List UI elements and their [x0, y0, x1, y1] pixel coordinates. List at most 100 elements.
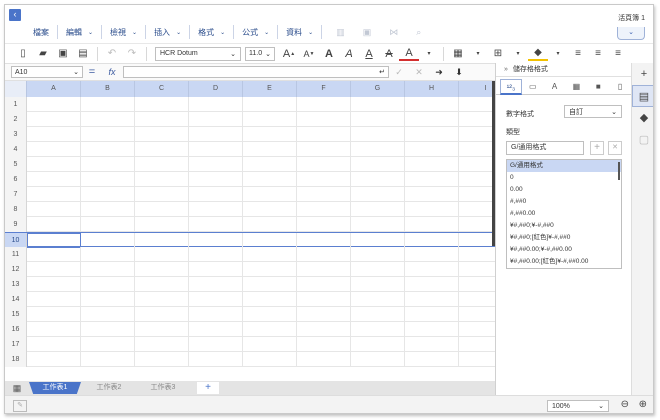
grid-cell[interactable] [189, 337, 243, 352]
grid-cell[interactable] [297, 307, 351, 322]
confirm-icon[interactable]: ✓ [389, 67, 409, 78]
row-header[interactable]: 17 [5, 337, 27, 352]
grid-cell[interactable] [27, 112, 81, 127]
format-list-item[interactable]: ¥#,##0.00;[紅色]¥-#,##0.00 [507, 256, 621, 268]
format-list-scrollbar[interactable] [618, 162, 620, 180]
grid-cell[interactable] [297, 292, 351, 307]
grid-cell[interactable] [81, 247, 135, 262]
open-folder-icon[interactable]: ▰ [33, 45, 53, 63]
grid-cell[interactable] [351, 262, 405, 277]
column-header[interactable]: I [459, 81, 495, 97]
sheet-tab[interactable]: 工作表1 [29, 382, 81, 394]
grid-cell[interactable] [351, 322, 405, 337]
chevron-down-icon[interactable]: ▾ [468, 45, 488, 63]
grid-cell[interactable] [243, 97, 297, 112]
grid-cell[interactable] [189, 187, 243, 202]
align-left-icon[interactable]: ≡ [568, 45, 588, 63]
style-icon[interactable]: ◆ [632, 107, 653, 129]
grid-cell[interactable] [459, 277, 495, 292]
equals-icon[interactable]: = [83, 66, 101, 78]
add-icon[interactable]: + [632, 63, 653, 85]
grid-cell[interactable] [297, 187, 351, 202]
grid-cell[interactable] [27, 262, 81, 277]
formula-input[interactable]: ↵ [123, 66, 389, 78]
grid-cell[interactable] [459, 292, 495, 307]
grid-cell[interactable] [405, 292, 459, 307]
grid-cell[interactable] [135, 247, 189, 262]
grid-cell[interactable] [351, 142, 405, 157]
menu-file[interactable]: 檔案 [5, 25, 58, 39]
grid-cell[interactable] [351, 157, 405, 172]
grid-cell[interactable] [351, 233, 405, 248]
underline-icon[interactable]: A [359, 45, 379, 63]
grid-cell[interactable] [81, 233, 135, 248]
grid-cell[interactable] [135, 233, 189, 248]
grid-cell[interactable] [351, 202, 405, 217]
protection-tab[interactable]: ▯ [609, 79, 631, 95]
grid-cell[interactable] [189, 157, 243, 172]
grid-cell[interactable] [405, 157, 459, 172]
grid-cell[interactable] [27, 292, 81, 307]
grid-cell[interactable] [297, 157, 351, 172]
grid-cell[interactable] [405, 337, 459, 352]
grid-cell[interactable] [297, 247, 351, 262]
fill-color-icon[interactable]: ◆ [528, 47, 548, 61]
grid-cell[interactable] [81, 142, 135, 157]
grid-cell[interactable] [27, 217, 81, 232]
bold-icon[interactable]: A [319, 45, 339, 63]
grid-cell[interactable] [351, 277, 405, 292]
zoom-in-icon[interactable]: ⊕ [639, 399, 647, 410]
grid-cell[interactable] [459, 217, 495, 232]
undo-icon[interactable]: ↶ [102, 45, 122, 63]
row-header[interactable]: 8 [5, 202, 27, 217]
grid-cell[interactable] [351, 187, 405, 202]
column-header[interactable]: E [243, 81, 297, 97]
font-color-icon[interactable]: A [399, 47, 419, 61]
grid-cell[interactable] [459, 247, 495, 262]
grid-cell[interactable] [81, 202, 135, 217]
grid-cell[interactable] [81, 157, 135, 172]
find-icon[interactable]: ⌕ [416, 27, 421, 38]
row-header[interactable]: 14 [5, 292, 27, 307]
menu-view[interactable]: 檢視 ⌄ [102, 25, 147, 39]
grid-cell[interactable] [81, 277, 135, 292]
page-icon[interactable]: ▢ [632, 129, 653, 151]
align-right-icon[interactable]: ≡ [608, 45, 628, 63]
grid-cell[interactable] [297, 233, 351, 248]
row-header[interactable]: 6 [5, 172, 27, 187]
column-header[interactable]: H [405, 81, 459, 97]
grid-cell[interactable] [81, 262, 135, 277]
grid-cell[interactable] [351, 172, 405, 187]
grid-cell[interactable] [135, 337, 189, 352]
menu-insert[interactable]: 插入 ⌄ [146, 25, 191, 39]
image-icon[interactable]: ▣ [363, 27, 372, 38]
grid-cell[interactable] [27, 307, 81, 322]
format-list-item[interactable]: ¥#,##0;¥-#,##0 [507, 220, 621, 232]
share-icon[interactable]: ⋈ [389, 27, 398, 38]
increase-font-icon[interactable]: A ▲ [279, 45, 299, 63]
grid-cell[interactable] [297, 262, 351, 277]
grid-cell[interactable] [189, 233, 243, 248]
sheet-tab[interactable]: 工作表3 [137, 382, 189, 394]
grid-cell[interactable] [135, 292, 189, 307]
grid-cell[interactable] [351, 112, 405, 127]
row-header[interactable]: 5 [5, 157, 27, 172]
format-list-item[interactable]: #,##0 [507, 196, 621, 208]
sheet-tab[interactable]: 工作表2 [83, 382, 135, 394]
grid-cell[interactable] [135, 97, 189, 112]
grid-cell[interactable] [135, 157, 189, 172]
align-center-icon[interactable]: ≡ [588, 45, 608, 63]
function-icon[interactable]: fx [101, 67, 123, 77]
grid-cell[interactable] [405, 172, 459, 187]
border-icon[interactable]: ⊞ [488, 45, 508, 63]
chevron-down-icon[interactable]: ▾ [508, 45, 528, 63]
sheet-list-icon[interactable]: ▦ [5, 383, 29, 394]
grid-cell[interactable] [459, 157, 495, 172]
grid-cell[interactable] [135, 277, 189, 292]
grid-cell[interactable] [189, 112, 243, 127]
grid-cell[interactable] [243, 352, 297, 367]
grid-cell[interactable] [27, 127, 81, 142]
grid-cell[interactable] [405, 277, 459, 292]
move-down-icon[interactable]: ⬇ [449, 67, 469, 78]
grid-cell[interactable] [189, 352, 243, 367]
